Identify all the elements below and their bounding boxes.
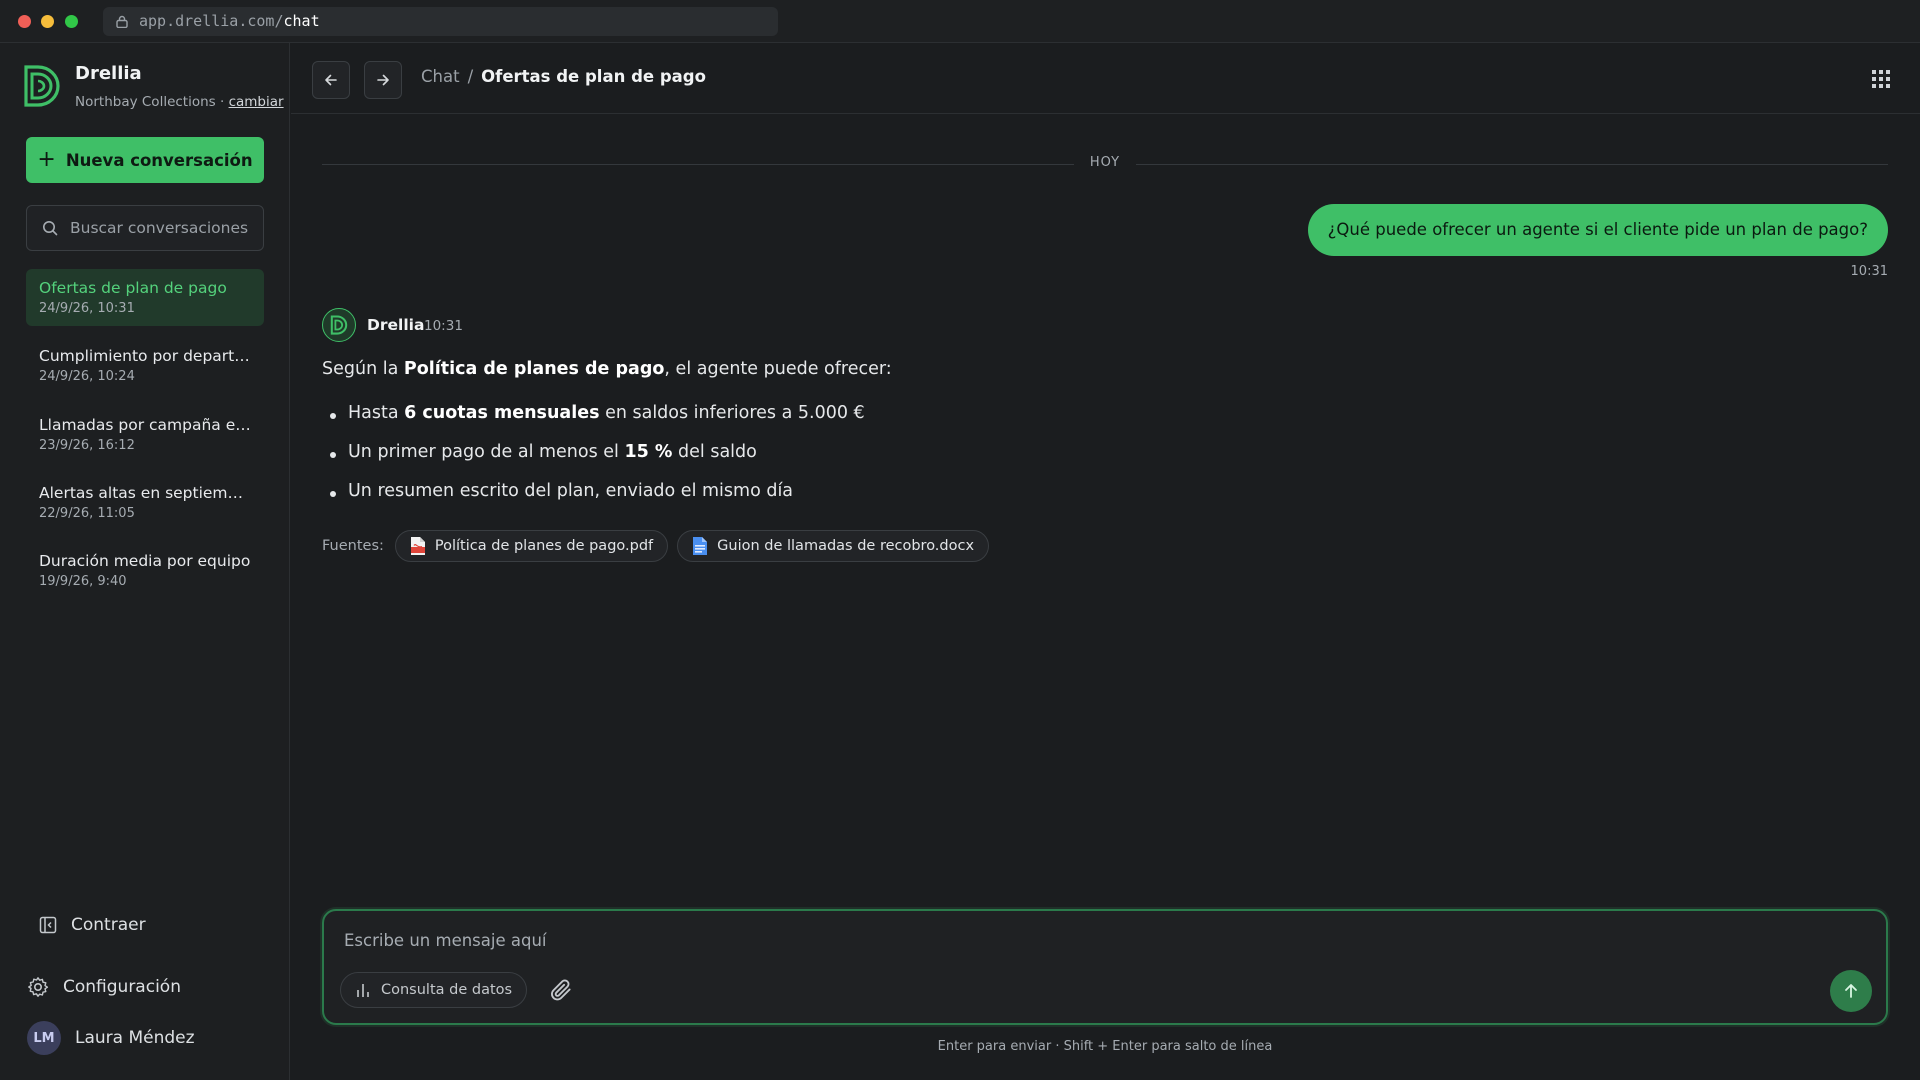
workspace-name: Northbay Collections <box>75 94 216 110</box>
intro-text: Según la <box>322 359 404 379</box>
search-icon <box>43 221 58 236</box>
assistant-intro: Según la Política de planes de pago, el … <box>322 359 892 379</box>
source-chip-pdf[interactable]: Política de planes de pago.pdf <box>394 530 669 562</box>
lock-icon <box>116 15 128 28</box>
data-query-label: Consulta de datos <box>381 982 513 998</box>
list-item-emphasis: 15 % <box>624 442 673 462</box>
list-item: Un resumen escrito del plan, enviado el … <box>322 481 865 520</box>
arrow-up-icon <box>1845 984 1857 998</box>
composer-hint: Enter para enviar · Shift + Enter para s… <box>937 1039 1273 1054</box>
sidebar: Drellia Northbay Collections · cambiar +… <box>0 43 290 1080</box>
sources-label: Fuentes: <box>322 538 384 554</box>
workspace-separator: · <box>215 94 229 110</box>
send-button[interactable] <box>1830 970 1872 1012</box>
list-item-emphasis: 6 cuotas mensuales <box>404 403 600 423</box>
list-item-text: Un resumen escrito del plan, enviado el … <box>348 481 794 501</box>
change-workspace-link[interactable]: cambiar <box>229 94 284 110</box>
new-conversation-label: Nueva conversación <box>65 150 253 170</box>
breadcrumb-separator: / <box>467 67 474 86</box>
list-item: Un primer pago de al menos el 15 % del s… <box>322 442 865 481</box>
user-message-time: 10:31 <box>1850 264 1888 279</box>
collapse-sidebar-button[interactable]: Contraer <box>39 915 146 935</box>
main-header: Chat / Ofertas de plan de pago <box>291 43 1920 114</box>
assistant-message-time: 10:31 <box>424 318 463 334</box>
conversation-title: Duración media por equipo <box>39 552 251 570</box>
offer-list: Hasta 6 cuotas mensuales en saldos infer… <box>322 403 865 520</box>
conversation-date: 19/9/26, 9:40 <box>39 574 127 589</box>
paperclip-icon[interactable] <box>548 977 574 1003</box>
search-input[interactable] <box>70 219 250 237</box>
user-message-bubble: ¿Qué puede ofrecer un agente si el clien… <box>1307 204 1888 256</box>
user-name: Laura Méndez <box>75 1028 195 1048</box>
collapse-label: Contraer <box>71 915 146 935</box>
list-item-text: del saldo <box>672 442 757 462</box>
conversation-title: Llamadas por campaña est... <box>39 416 251 434</box>
conversation-item-2[interactable]: Cumplimiento por departa... 24/9/26, 10:… <box>26 337 264 394</box>
user-profile[interactable]: LM Laura Méndez <box>27 1021 195 1055</box>
conversation-item-4[interactable]: Alertas altas en septiembre 22/9/26, 11:… <box>26 474 264 531</box>
source-chip-docx[interactable]: Guion de llamadas de recobro.docx <box>677 530 990 562</box>
list-item-text: en saldos inferiores a 5.000 € <box>599 403 865 423</box>
conversation-item-5[interactable]: Duración media por equipo 19/9/26, 9:40 <box>26 542 264 599</box>
conversation-title: Cumplimiento por departa... <box>39 347 251 365</box>
message-input[interactable] <box>344 931 1544 959</box>
minimize-window-button[interactable] <box>41 15 54 28</box>
url-path: chat <box>283 12 320 30</box>
maximize-window-button[interactable] <box>65 15 78 28</box>
list-item: Hasta 6 cuotas mensuales en saldos infer… <box>322 403 865 442</box>
intro-text: , el agente puede ofrecer: <box>664 359 892 379</box>
conversation-item-3[interactable]: Llamadas por campaña est... 23/9/26, 16:… <box>26 406 264 463</box>
avatar: LM <box>27 1021 61 1055</box>
gear-icon <box>28 977 49 997</box>
forward-button[interactable] <box>364 61 402 99</box>
policy-name: Política de planes de pago <box>403 359 665 379</box>
conversation-title: Alertas altas en septiembre <box>39 484 251 502</box>
sources-row: Fuentes: Política de planes de pago.pdf … <box>322 530 990 562</box>
conversation-date: 23/9/26, 16:12 <box>39 438 135 453</box>
close-window-button[interactable] <box>18 15 31 28</box>
day-label: HOY <box>1074 155 1136 170</box>
back-button[interactable] <box>312 61 350 99</box>
source-name: Política de planes de pago.pdf <box>434 538 654 554</box>
data-query-button[interactable]: Consulta de datos <box>340 972 528 1008</box>
arrow-right-icon <box>377 74 389 86</box>
bar-chart-icon <box>357 984 369 997</box>
apps-grid-icon[interactable] <box>1872 70 1890 88</box>
settings-label: Configuración <box>63 977 181 997</box>
source-name: Guion de llamadas de recobro.docx <box>717 538 975 554</box>
breadcrumb-root[interactable]: Chat <box>421 67 460 86</box>
conversation-date: 24/9/26, 10:24 <box>39 369 135 384</box>
plus-icon: + <box>37 147 56 172</box>
browser-chrome: app.drellia.com/chat <box>0 0 1920 43</box>
drellia-logo-icon <box>330 315 348 335</box>
drellia-logo-icon <box>24 65 60 107</box>
conversation-date: 24/9/26, 10:31 <box>39 301 135 316</box>
assistant-name: Drellia <box>367 316 425 334</box>
arrow-left-icon <box>325 74 337 86</box>
page-title: Ofertas de plan de pago <box>481 67 706 86</box>
address-bar[interactable]: app.drellia.com/chat <box>103 7 778 36</box>
list-item-text: Un primer pago de al menos el <box>348 442 625 462</box>
message-composer: Consulta de datos <box>322 909 1888 1025</box>
assistant-avatar <box>322 308 356 342</box>
docx-file-icon <box>693 537 708 555</box>
conversation-title: Ofertas de plan de pago <box>39 279 227 297</box>
settings-button[interactable]: Configuración <box>27 976 181 998</box>
pdf-file-icon <box>410 537 425 555</box>
workspace-line: Northbay Collections · cambiar <box>75 94 284 110</box>
brand-name: Drellia <box>75 63 142 84</box>
url-host: app.drellia.com/ <box>139 12 284 30</box>
conversation-date: 22/9/26, 11:05 <box>39 506 135 521</box>
collapse-sidebar-icon <box>39 916 57 934</box>
conversation-item-1[interactable]: Ofertas de plan de pago 24/9/26, 10:31 <box>26 269 264 326</box>
list-item-text: Hasta <box>348 403 405 423</box>
breadcrumb: Chat / Ofertas de plan de pago <box>421 67 706 86</box>
search-box[interactable] <box>26 205 264 251</box>
new-conversation-button[interactable]: + Nueva conversación <box>26 137 264 183</box>
